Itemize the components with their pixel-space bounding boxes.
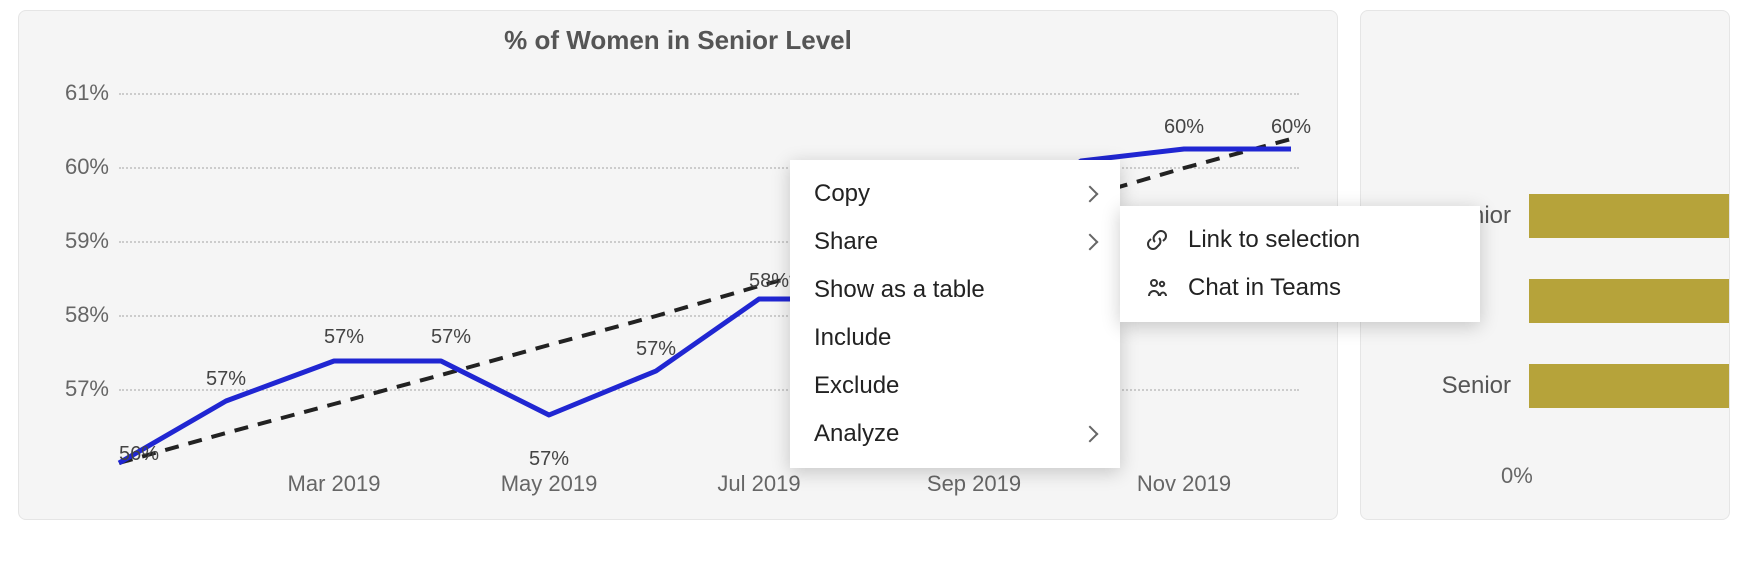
chevron-right-icon	[1082, 234, 1099, 251]
data-label: 57%	[529, 448, 569, 471]
teams-icon	[1144, 275, 1170, 301]
link-icon	[1144, 227, 1170, 253]
x-tick: May 2019	[501, 471, 598, 497]
menu-label: Share	[814, 228, 878, 256]
bar	[1529, 194, 1729, 238]
bar	[1529, 279, 1729, 323]
bar-label: Senior	[1421, 372, 1511, 400]
side-x-tick: 0%	[1501, 463, 1533, 489]
x-tick: Mar 2019	[288, 471, 381, 497]
chevron-right-icon	[1082, 426, 1099, 443]
bar-row-senior[interactable]: Senior	[1421, 361, 1729, 411]
y-tick: 58%	[65, 302, 109, 328]
menu-item-include[interactable]: Include	[790, 314, 1120, 362]
data-label: 57%	[431, 326, 471, 349]
context-menu: Copy Share Show as a table Include Exclu…	[790, 160, 1120, 468]
data-label: 58%	[749, 270, 789, 293]
chevron-right-icon	[1082, 186, 1099, 203]
menu-item-show-table[interactable]: Show as a table	[790, 266, 1120, 314]
y-tick: 59%	[65, 228, 109, 254]
menu-label: Analyze	[814, 420, 899, 448]
x-tick: Sep 2019	[927, 471, 1021, 497]
submenu-label: Link to selection	[1188, 226, 1360, 254]
menu-item-exclude[interactable]: Exclude	[790, 362, 1120, 410]
submenu-link-selection[interactable]: Link to selection	[1120, 216, 1480, 264]
data-label: 57%	[636, 338, 676, 361]
y-tick: 57%	[65, 376, 109, 402]
submenu-label: Chat in Teams	[1188, 274, 1341, 302]
menu-label: Show as a table	[814, 276, 985, 304]
x-tick: Nov 2019	[1137, 471, 1231, 497]
menu-label: Exclude	[814, 372, 899, 400]
menu-item-copy[interactable]: Copy	[790, 170, 1120, 218]
menu-label: Include	[814, 324, 891, 352]
share-submenu: Link to selection Chat in Teams	[1120, 206, 1480, 322]
data-label: 57%	[206, 368, 246, 391]
bar	[1529, 364, 1729, 408]
data-label: 60%	[1271, 116, 1311, 139]
chart-title: % of Women in Senior Level	[19, 25, 1337, 56]
data-label: 60%	[1164, 116, 1204, 139]
menu-label: Copy	[814, 180, 870, 208]
data-label: 56%	[119, 443, 159, 466]
y-tick: 60%	[65, 154, 109, 180]
submenu-chat-teams[interactable]: Chat in Teams	[1120, 264, 1480, 312]
x-tick: Jul 2019	[717, 471, 800, 497]
y-tick: 61%	[65, 80, 109, 106]
menu-item-share[interactable]: Share	[790, 218, 1120, 266]
data-label: 57%	[324, 326, 364, 349]
menu-item-analyze[interactable]: Analyze	[790, 410, 1120, 458]
